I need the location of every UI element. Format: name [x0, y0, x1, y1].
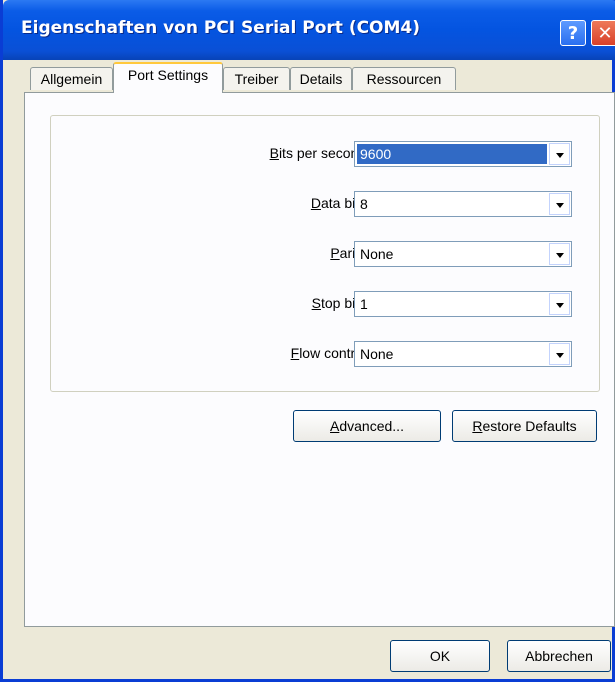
title-bar[interactable]: Eigenschaften von PCI Serial Port (COM4)… — [3, 0, 615, 60]
tab-strip: Allgemein Port Settings Treiber Details … — [3, 60, 615, 96]
settings-group: Bits per second: 9600 Data bits: 8 Parit… — [50, 115, 600, 392]
cancel-button[interactable]: Abbrechen — [507, 640, 611, 672]
properties-dialog: Eigenschaften von PCI Serial Port (COM4)… — [0, 0, 615, 682]
chevron-down-icon[interactable] — [549, 143, 570, 165]
tab-ressourcen[interactable]: Ressourcen — [352, 67, 456, 90]
tab-allgemein[interactable]: Allgemein — [30, 67, 113, 90]
help-button[interactable]: ? — [560, 20, 586, 46]
parity-value: None — [360, 246, 394, 262]
tab-port-settings[interactable]: Port Settings — [113, 62, 223, 93]
chevron-down-icon[interactable] — [549, 343, 570, 365]
bits-per-second-value: 9600 — [357, 144, 547, 164]
flow-control-value: None — [360, 346, 394, 362]
tab-details[interactable]: Details — [290, 67, 352, 90]
data-bits-combo[interactable]: 8 — [354, 191, 572, 217]
window-title: Eigenschaften von PCI Serial Port (COM4) — [21, 18, 421, 38]
data-bits-value: 8 — [360, 196, 368, 212]
stop-bits-combo[interactable]: 1 — [354, 291, 572, 317]
port-settings-panel: Bits per second: 9600 Data bits: 8 Parit… — [24, 92, 615, 627]
close-button[interactable]: ✕ — [591, 20, 615, 46]
stop-bits-value: 1 — [360, 296, 368, 312]
flow-control-combo[interactable]: None — [354, 341, 572, 367]
help-icon: ? — [567, 22, 579, 44]
restore-defaults-button[interactable]: Restore Defaults — [452, 410, 597, 442]
advanced-button[interactable]: Advanced... — [293, 410, 441, 442]
tab-treiber[interactable]: Treiber — [223, 67, 290, 90]
chevron-down-icon[interactable] — [549, 293, 570, 315]
chevron-down-icon[interactable] — [549, 193, 570, 215]
bits-per-second-combo[interactable]: 9600 — [354, 141, 572, 167]
close-icon: ✕ — [597, 22, 613, 44]
chevron-down-icon[interactable] — [549, 243, 570, 265]
parity-combo[interactable]: None — [354, 241, 572, 267]
ok-button[interactable]: OK — [390, 640, 490, 672]
